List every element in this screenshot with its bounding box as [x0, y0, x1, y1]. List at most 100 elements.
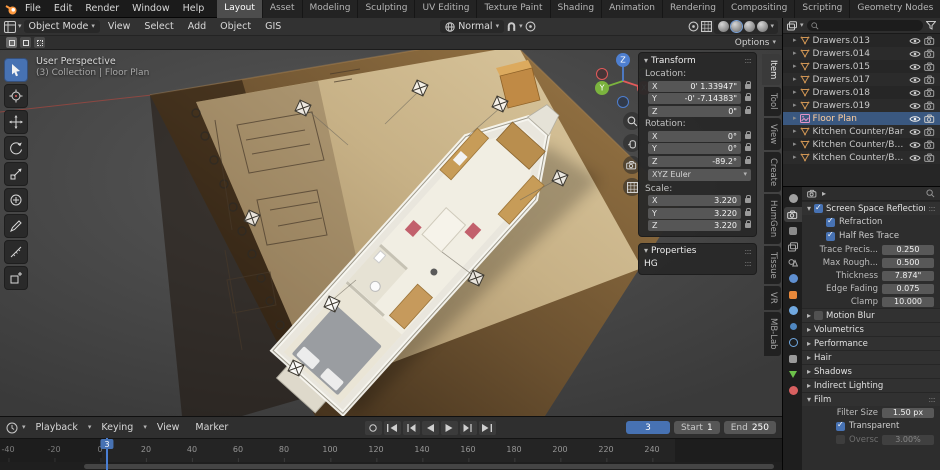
tab-layout[interactable]: Layout	[217, 0, 263, 18]
expand-icon[interactable]: ▸	[793, 63, 797, 70]
expand-icon[interactable]: ▸	[793, 102, 797, 109]
sidebar-tab-create[interactable]: Create	[764, 152, 781, 192]
select-mode-subtract-icon[interactable]	[34, 37, 45, 48]
blender-logo-icon[interactable]	[4, 2, 18, 16]
options-label[interactable]: Options	[735, 38, 770, 48]
render-camera-icon[interactable]	[924, 36, 936, 45]
max-roughness-field[interactable]: 0.500	[882, 258, 934, 268]
overscan-field[interactable]: 3.00%	[882, 435, 934, 445]
half-res-checkbox[interactable]	[826, 232, 835, 241]
snap-magnet-icon[interactable]	[506, 21, 517, 32]
sidebar-tab-view[interactable]: View	[764, 118, 781, 150]
sidebar-tab-tool[interactable]: Tool	[764, 87, 781, 116]
prev-keyframe-button[interactable]	[403, 421, 420, 435]
timeline-scrollbar[interactable]	[0, 462, 782, 470]
hair-section-header[interactable]: ▸Hair	[802, 350, 940, 364]
clamp-field[interactable]: 10.000	[882, 297, 934, 307]
shading-rendered-icon[interactable]	[757, 21, 768, 32]
tool-cursor[interactable]	[4, 84, 28, 108]
outliner-row-selected[interactable]: ▸Floor Plan	[783, 112, 940, 125]
tab-compositing[interactable]: Compositing	[724, 0, 795, 18]
sidebar-tab-item[interactable]: Item	[762, 54, 781, 85]
tool-move[interactable]	[4, 110, 28, 134]
outliner-row[interactable]: ▸Drawers.013	[783, 34, 940, 47]
indirect-lighting-section-header[interactable]: ▸Indirect Lighting	[802, 378, 940, 392]
lock-icon[interactable]	[745, 211, 751, 216]
refraction-checkbox[interactable]	[826, 218, 835, 227]
prop-tab-constraints[interactable]	[784, 351, 802, 366]
select-mode-new-icon[interactable]	[6, 37, 17, 48]
visibility-eye-icon[interactable]	[909, 141, 921, 149]
prop-tab-physics[interactable]	[784, 335, 802, 350]
expand-icon[interactable]: ▸	[793, 115, 797, 122]
mode-dropdown[interactable]: Object Mode ▾	[24, 20, 100, 33]
play-reverse-button[interactable]	[422, 421, 439, 435]
tab-geometry-nodes[interactable]: Geometry Nodes	[850, 0, 940, 18]
outliner-row[interactable]: ▸Kitchen Counter/Bar.0	[783, 138, 940, 151]
menu-select[interactable]: Select	[138, 20, 179, 33]
menu-marker[interactable]: Marker	[189, 421, 234, 434]
prop-tab-object[interactable]	[784, 287, 802, 302]
expand-icon[interactable]: ▸	[793, 76, 797, 83]
location-z-field[interactable]: Z0"	[648, 106, 741, 117]
hg-row[interactable]: HG ::::	[639, 259, 756, 272]
sidebar-tab-humgen[interactable]: HumGen	[764, 194, 781, 243]
lock-icon[interactable]	[745, 146, 751, 151]
prop-tab-scene[interactable]	[784, 255, 802, 270]
tab-rendering[interactable]: Rendering	[663, 0, 724, 18]
tab-sculpting[interactable]: Sculpting	[358, 0, 415, 18]
drag-grip-icon[interactable]: ::::	[744, 259, 751, 268]
ssr-section-header[interactable]: ▾ Screen Space Reflections ::::	[802, 201, 940, 215]
location-y-field[interactable]: Y-0' -7.14383"	[648, 93, 741, 104]
shadows-section-header[interactable]: ▸Shadows	[802, 364, 940, 378]
location-x-field[interactable]: X0' 1.33947"	[648, 81, 741, 92]
overscan-checkbox[interactable]	[836, 435, 845, 444]
menu-edit[interactable]: Edit	[48, 2, 78, 15]
timeline-scrollbar-handle[interactable]	[84, 464, 774, 469]
tab-scripting[interactable]: Scripting	[795, 0, 850, 18]
transform-panel-header[interactable]: ▾ Transform ::::	[639, 53, 756, 68]
options-caret-icon[interactable]: ▾	[772, 39, 776, 46]
viewport-3d[interactable]: User Perspective (3) Collection | Floor …	[0, 50, 782, 416]
prop-tab-object-data[interactable]	[784, 367, 802, 382]
visibility-eye-icon[interactable]	[909, 89, 921, 97]
lock-icon[interactable]	[745, 109, 751, 114]
expand-icon[interactable]: ▸	[793, 154, 797, 161]
menu-gis[interactable]: GIS	[259, 20, 287, 33]
expand-icon[interactable]: ▸	[793, 128, 797, 135]
end-frame-field[interactable]: End 250	[724, 421, 776, 434]
render-camera-icon[interactable]	[924, 75, 936, 84]
properties-search-icon[interactable]	[926, 189, 935, 198]
tab-asset[interactable]: Asset	[263, 0, 303, 18]
prop-tab-output[interactable]	[784, 223, 802, 238]
tool-rotate[interactable]	[4, 136, 28, 160]
outliner-row[interactable]: ▸Drawers.017	[783, 73, 940, 86]
render-camera-icon[interactable]	[924, 153, 936, 162]
drag-grip-icon[interactable]: ::::	[928, 395, 935, 404]
tab-texture-paint[interactable]: Texture Paint	[477, 0, 550, 18]
visibility-eye-icon[interactable]	[909, 115, 921, 123]
tab-animation[interactable]: Animation	[602, 0, 663, 18]
visibility-eye-icon[interactable]	[909, 76, 921, 84]
menu-file[interactable]: File	[19, 2, 47, 15]
render-camera-icon[interactable]	[924, 114, 936, 123]
menu-object[interactable]: Object	[214, 20, 257, 33]
motion-blur-checkbox[interactable]	[814, 311, 823, 320]
visibility-eye-icon[interactable]	[909, 154, 921, 162]
expand-icon[interactable]: ▸	[793, 37, 797, 44]
thickness-field[interactable]: 7.874"	[882, 271, 934, 281]
prop-tab-tool[interactable]	[784, 191, 802, 206]
render-camera-icon[interactable]	[924, 127, 936, 136]
lock-icon[interactable]	[745, 198, 751, 203]
transparent-checkbox[interactable]	[836, 422, 845, 431]
next-keyframe-button[interactable]	[460, 421, 477, 435]
outliner-search-input[interactable]	[807, 20, 923, 31]
prop-tab-particles[interactable]	[784, 319, 802, 334]
render-camera-icon[interactable]	[924, 140, 936, 149]
menu-add[interactable]: Add	[182, 20, 212, 33]
visibility-eye-icon[interactable]	[909, 128, 921, 136]
tool-select-box[interactable]	[4, 58, 28, 82]
properties-panel-header[interactable]: ▾ Properties ::::	[639, 244, 756, 259]
outliner-row[interactable]: ▸Drawers.015	[783, 60, 940, 73]
timeline-editor-icon[interactable]	[6, 422, 18, 434]
